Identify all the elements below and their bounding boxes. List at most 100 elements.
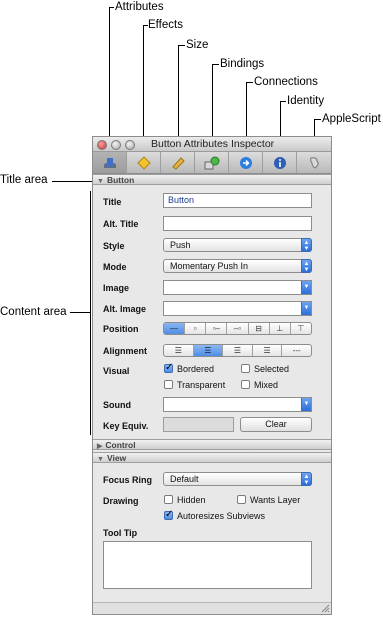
mixed-checkbox[interactable]: Mixed: [241, 380, 278, 391]
hidden-checkbox[interactable]: Hidden: [164, 495, 206, 506]
focus-ring-popup-value: Default: [170, 474, 199, 484]
callout-effects: Effects: [148, 19, 183, 31]
tool-tip-textarea[interactable]: [103, 541, 312, 589]
combo-arrow-icon[interactable]: ▼: [301, 398, 311, 411]
callout-attributes: Attributes: [115, 1, 164, 13]
transparent-checkbox[interactable]: Transparent: [164, 380, 225, 391]
checkbox-empty-icon: [241, 364, 250, 373]
tab-connections[interactable]: [229, 152, 263, 173]
position-segmented-control: — ▫ ▫– –▫ ⊟ ⊥ ⊤: [163, 322, 312, 335]
window-titlebar[interactable]: Button Attributes Inspector: [93, 137, 331, 152]
position-image-right-icon[interactable]: –▫: [227, 323, 249, 334]
alignment-label: Alignment: [103, 346, 147, 356]
section-header-control[interactable]: ▶ Control: [93, 439, 331, 450]
key-equiv-recorder[interactable]: [163, 417, 234, 432]
mode-popup-value: Momentary Push In: [170, 261, 249, 271]
tab-effects[interactable]: [127, 152, 161, 173]
visual-label: Visual: [103, 366, 130, 376]
tab-attributes[interactable]: [93, 152, 127, 173]
callout-bindings: Bindings: [220, 58, 265, 70]
popup-arrows-icon: ▲ ▼: [301, 238, 312, 252]
leader-size-h: [178, 45, 185, 46]
view-section-panel: Focus Ring Default ▲ ▼ Drawing Hidden Wan…: [93, 465, 331, 603]
zoom-window-button[interactable]: [125, 140, 135, 150]
effects-icon: [136, 155, 151, 170]
size-ruler-icon: [171, 156, 185, 170]
position-image-below-icon[interactable]: ⊤: [291, 323, 311, 334]
disclosure-open-icon: ▼: [97, 178, 104, 185]
alt-image-combo[interactable]: ▼: [163, 301, 312, 316]
autoresizes-subviews-checkbox[interactable]: Autoresizes Subviews: [164, 509, 265, 522]
disclosure-closed-icon: ▶: [97, 443, 103, 450]
leader-title-area: [52, 181, 92, 182]
callout-title-area: Title area: [0, 174, 48, 186]
position-label: Position: [103, 324, 139, 334]
bindings-icon: [204, 156, 219, 169]
align-right-icon[interactable]: ☰: [253, 345, 283, 356]
image-combo[interactable]: ▼: [163, 280, 312, 295]
leader-attributes-v: [109, 7, 110, 153]
bordered-checkbox[interactable]: Bordered: [164, 362, 214, 375]
popup-arrows-icon: ▲ ▼: [301, 259, 312, 273]
popup-arrows-icon: ▲ ▼: [301, 472, 312, 486]
checkbox-checked-icon: [164, 509, 173, 520]
identity-info-icon: [273, 156, 286, 169]
callout-content-area: Content area: [0, 306, 67, 318]
style-label: Style: [103, 241, 125, 251]
alt-image-label: Alt. Image: [103, 304, 147, 314]
align-natural-icon[interactable]: ---: [282, 345, 311, 356]
leader-applescript-h: [314, 119, 321, 120]
combo-arrow-icon[interactable]: ▼: [301, 281, 311, 294]
applescript-icon: [310, 156, 319, 169]
window-bottom-bar: [93, 602, 331, 614]
align-justify-icon[interactable]: ☰: [223, 345, 253, 356]
tab-identity[interactable]: [263, 152, 297, 173]
wants-layer-checkbox[interactable]: Wants Layer: [237, 495, 300, 506]
focus-ring-label: Focus Ring: [103, 475, 152, 485]
alignment-segmented-control: ☰ ☰ ☰ ☰ ---: [163, 344, 312, 357]
drawing-label: Drawing: [103, 496, 139, 506]
disclosure-open-icon: ▼: [97, 456, 104, 463]
tab-size[interactable]: [161, 152, 195, 173]
title-label: Title: [103, 197, 122, 207]
checkbox-empty-icon: [164, 380, 173, 389]
mode-popup[interactable]: Momentary Push In ▲ ▼: [163, 259, 312, 273]
tool-tip-label: Tool Tip: [103, 528, 138, 538]
connections-icon: [239, 156, 252, 169]
clear-button[interactable]: Clear: [240, 417, 312, 432]
window-title: Button Attributes Inspector: [151, 138, 275, 150]
callout-identity: Identity: [287, 95, 325, 107]
selected-checkbox[interactable]: Selected: [241, 364, 289, 375]
tab-bindings[interactable]: [195, 152, 229, 173]
checkbox-empty-icon: [237, 495, 246, 504]
align-center-icon[interactable]: ☰: [193, 345, 224, 356]
position-image-left-icon[interactable]: ▫–: [206, 323, 228, 334]
minimize-window-button[interactable]: [111, 140, 121, 150]
leader-connections-h: [246, 82, 253, 83]
position-text-only-icon[interactable]: —: [164, 323, 186, 334]
inspector-toolbar: [93, 152, 331, 174]
section-header-view[interactable]: ▼ View: [93, 452, 331, 463]
section-header-button[interactable]: ▼ Button: [93, 174, 331, 185]
callout-size: Size: [186, 39, 209, 51]
position-image-overlap-icon[interactable]: ⊟: [249, 323, 270, 334]
position-image-above-icon[interactable]: ⊥: [270, 323, 291, 334]
focus-ring-popup[interactable]: Default ▲ ▼: [163, 472, 312, 486]
leader-content-area: [70, 312, 90, 313]
sound-combo[interactable]: ▼: [163, 397, 312, 412]
title-field[interactable]: Button: [163, 193, 312, 208]
alt-title-label: Alt. Title: [103, 219, 139, 229]
resize-grip-icon[interactable]: [320, 603, 330, 613]
content-area-bracket: [90, 191, 91, 435]
checkbox-empty-icon: [241, 380, 250, 389]
mode-label: Mode: [103, 262, 127, 272]
align-left-icon[interactable]: ☰: [164, 345, 194, 356]
style-popup[interactable]: Push ▲ ▼: [163, 238, 312, 252]
attributes-icon: [103, 157, 116, 168]
position-image-only-icon[interactable]: ▫: [185, 323, 207, 334]
combo-arrow-icon[interactable]: ▼: [301, 302, 311, 315]
tab-applescript[interactable]: [297, 152, 331, 173]
close-window-button[interactable]: [97, 140, 107, 150]
image-label: Image: [103, 283, 130, 293]
alt-title-field[interactable]: [163, 216, 312, 231]
